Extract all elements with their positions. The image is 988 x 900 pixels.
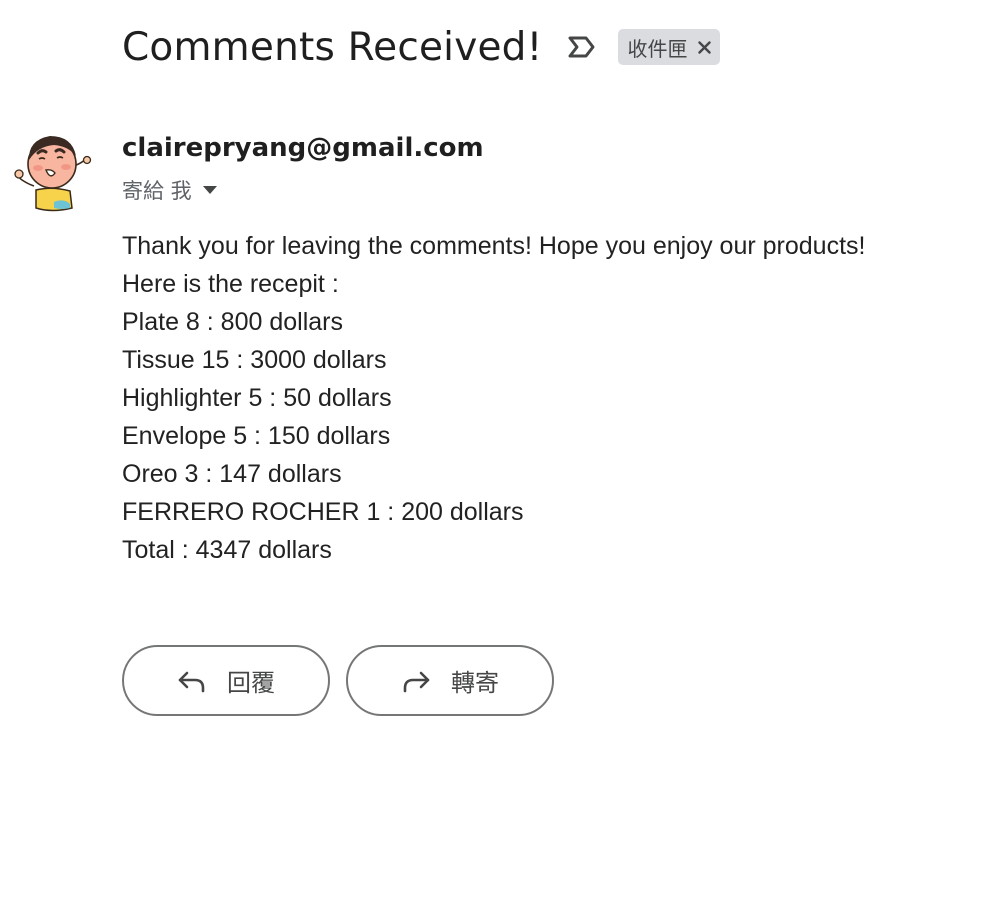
reply-button-label: 回覆 [227, 669, 275, 697]
body-line: Here is the recepit : [122, 270, 339, 298]
email-view: Comments Received! 收件匣 clairepryang@gmai… [0, 0, 988, 900]
recipient-details-toggle[interactable]: 寄給 我 [122, 175, 218, 205]
reply-button[interactable]: 回覆 [122, 645, 330, 716]
email-actions: 回覆 轉寄 [122, 645, 554, 716]
recipient-label: 寄給 我 [122, 179, 192, 203]
email-subject: Comments Received! [122, 24, 543, 70]
body-line: Highlighter 5 : 50 dollars [122, 384, 392, 412]
forward-arrow-icon [401, 668, 431, 694]
sender-avatar[interactable] [12, 128, 92, 212]
body-line: Plate 8 : 800 dollars [122, 308, 343, 336]
body-line: Tissue 15 : 3000 dollars [122, 346, 387, 374]
sender-email[interactable]: clairepryang@gmail.com [122, 133, 484, 163]
body-line: Total : 4347 dollars [122, 536, 332, 564]
body-line: Envelope 5 : 150 dollars [122, 422, 391, 450]
body-line: Thank you for leaving the comments! Hope… [122, 232, 866, 260]
importance-marker-icon[interactable] [566, 33, 598, 61]
inbox-label-text: 收件匣 [627, 36, 688, 61]
forward-button[interactable]: 轉寄 [346, 645, 554, 716]
reply-arrow-icon [177, 668, 207, 694]
caret-down-icon[interactable] [202, 185, 218, 195]
body-line: Oreo 3 : 147 dollars [122, 460, 342, 488]
forward-button-label: 轉寄 [451, 669, 499, 697]
inbox-label-chip[interactable]: 收件匣 [618, 29, 721, 65]
subject-row: Comments Received! 收件匣 [122, 18, 721, 76]
email-body: Thank you for leaving the comments! Hope… [122, 227, 962, 569]
body-line: FERRERO ROCHER 1 : 200 dollars [122, 498, 524, 526]
close-icon[interactable] [696, 39, 712, 55]
